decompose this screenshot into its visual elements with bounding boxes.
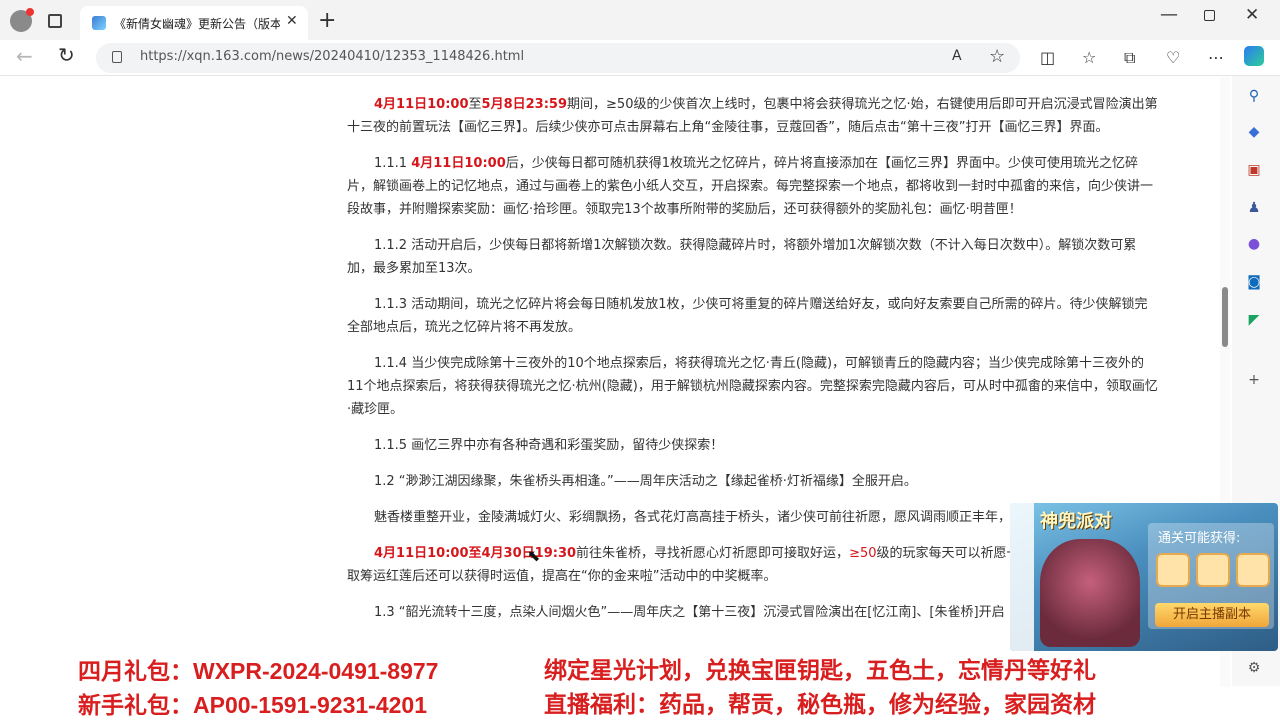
date-highlight: 5月8日23:59 [481, 97, 568, 112]
tab-title: 《新倩女幽魂》更新公告（版本 [114, 17, 280, 31]
add-sidebar-app-icon[interactable]: + [1244, 370, 1264, 390]
paragraph-1-1-3: 1.1.3 活动期间，琉光之忆碎片将会每日随机发放1枚，少侠可将重复的碎片赠送给… [347, 297, 1148, 335]
back-arrow-icon[interactable]: ← [16, 44, 33, 68]
ad-character-image [1040, 539, 1140, 647]
paragraph-1-1-1: 1.1.1 4月11日10:00后，少侠每日都可随机获得1枚琉光之忆碎片，碎片将… [347, 152, 1159, 221]
site-favicon-icon [92, 16, 106, 30]
refresh-icon[interactable]: ↻ [58, 43, 75, 67]
gift-desc-2: 直播福利：药品，帮贡，秘色瓶，修为经验，家园资材 [544, 691, 1096, 718]
start-stream-dungeon-button[interactable]: 开启主播副本 [1155, 603, 1269, 627]
text: 至 [468, 97, 482, 112]
shopping-tag-icon[interactable]: ◆ [1244, 122, 1264, 142]
minimize-button[interactable]: — [1160, 4, 1178, 25]
ad-side-strip [1010, 503, 1034, 651]
microsoft365-icon[interactable]: ● [1244, 234, 1264, 254]
paragraph-1-1-5: 1.1.5 画忆三界中亦有各种奇遇和彩蛋奖励，留待少侠探索！ [374, 438, 724, 453]
gift-code: AP00-1591-9231-4201 [193, 692, 428, 718]
split-screen-icon[interactable]: ◫ [1040, 48, 1055, 67]
address-bar[interactable]: https://xqn.163.com/news/20240410/12353_… [96, 43, 1020, 73]
browser-essentials-icon[interactable]: ♡ [1166, 48, 1180, 67]
profile-avatar[interactable] [10, 8, 34, 32]
tab-close-icon[interactable]: ✕ [286, 13, 298, 29]
read-aloud-icon[interactable]: A [952, 48, 962, 64]
maximize-button[interactable] [1204, 10, 1215, 21]
ad-subtitle: 通关可能获得: [1158, 531, 1241, 546]
date-highlight: 4月11日10:00 [411, 156, 506, 171]
ad-title: 神兜派对 [1040, 511, 1112, 532]
gift-code-overlay: 四月礼包：WXPR-2024-0491-8977 绑定星光计划，兑换宝匣钥匙，五… [70, 652, 1220, 722]
favorite-star-icon[interactable]: ☆ [989, 46, 1005, 67]
paragraph-1-2: 1.2 “渺渺江湖因缘聚，朱雀桥头再相逢。”——周年庆活动之【缘起雀桥·灯祈福缘… [374, 474, 917, 489]
reward-leaf-icon [1236, 553, 1270, 587]
paragraph-1-1-4: 1.1.4 当少侠完成除第十三夜外的10个地点探索后，将获得琉光之忆·青丘(隐藏… [347, 356, 1158, 417]
copilot-icon[interactable] [1244, 46, 1264, 66]
sidebar-settings-icon[interactable]: ⚙ [1244, 658, 1264, 678]
lock-icon[interactable] [112, 51, 122, 63]
date-highlight: 4月11日10:00至4月30日19:30 [374, 546, 577, 561]
level-highlight: ≥50 [849, 546, 877, 561]
outlook-icon[interactable]: ◙ [1244, 272, 1264, 292]
gift-line-2: 新手礼包：AP00-1591-9231-4201 [78, 690, 427, 721]
collections-icon[interactable]: ⧉ [1124, 48, 1135, 68]
paragraph-period: 4月11日10:00至5月8日23:59期间，≥50级的少侠首次上线时，包裹中将… [347, 93, 1159, 139]
search-icon[interactable]: ⚲ [1244, 86, 1264, 106]
title-bar: 《新倩女幽魂》更新公告（版本 ✕ + — ✕ [0, 0, 1280, 40]
close-window-button[interactable]: ✕ [1245, 5, 1259, 25]
date-highlight: 4月11日10:00 [374, 97, 469, 112]
new-tab-button[interactable]: + [318, 8, 336, 33]
scroll-thumb[interactable] [1222, 287, 1228, 347]
browser-toolbar: ← ↻ https://xqn.163.com/news/20240410/12… [0, 40, 1280, 76]
mouse-cursor-icon: ⬉ [527, 546, 541, 565]
game-ad-widget[interactable]: 神兜派对 通关可能获得: 开启主播副本 [1010, 503, 1278, 651]
reward-scroll-icon [1156, 553, 1190, 587]
gift-code: WXPR-2024-0491-8977 [193, 658, 439, 684]
favorites-icon[interactable]: ☆ [1082, 48, 1096, 67]
gift-line-1: 四月礼包：WXPR-2024-0491-8977 [78, 656, 438, 687]
tab-active[interactable]: 《新倩女幽魂》更新公告（版本 ✕ [80, 6, 308, 40]
gift-label: 四月礼包： [78, 658, 193, 685]
paragraph-1-1-2: 1.1.2 活动开启后，少侠每日都将新增1次解锁次数。获得隐藏碎片时，将额外增加… [347, 238, 1137, 276]
gift-desc-1: 绑定星光计划，兑换宝匣钥匙，五色土，忘情丹等好礼 [544, 657, 1096, 684]
tab-actions-icon[interactable] [48, 14, 62, 28]
reward-pet-icon [1196, 553, 1230, 587]
section-number: 1.1.1 [374, 156, 412, 171]
games-icon[interactable]: ♟ [1244, 198, 1264, 218]
gift-label: 新手礼包： [78, 692, 193, 719]
url-text[interactable]: https://xqn.163.com/news/20240410/12353_… [140, 49, 524, 64]
text: 前往朱雀桥，寻找祈愿心灯祈愿即可接取好运， [576, 546, 850, 561]
drop-icon[interactable]: ◤ [1244, 310, 1264, 330]
tools-icon[interactable]: ▣ [1244, 160, 1264, 180]
more-menu-icon[interactable]: ⋯ [1208, 48, 1224, 67]
